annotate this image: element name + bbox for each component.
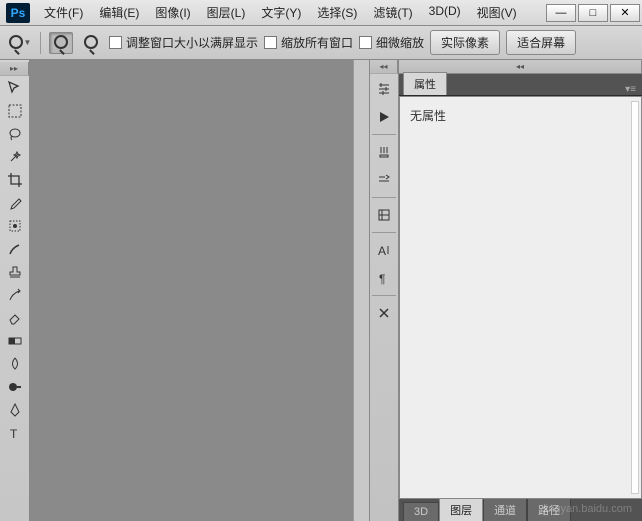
brush-tool[interactable] — [1, 238, 29, 260]
magnifier-icon — [9, 35, 23, 51]
separator — [372, 295, 396, 296]
properties-panel: ◂◂ 属性 ▾≡ 无属性 3D 图层 通道 路径 — [399, 60, 642, 521]
panel-collapse-strip[interactable]: ◂◂ — [370, 60, 398, 74]
blur-tool[interactable] — [1, 353, 29, 375]
brush-presets-panel-icon[interactable] — [370, 167, 398, 193]
zoom-tool-preset-icon[interactable]: ▼ — [8, 32, 32, 54]
scrubby-zoom-label: 细微缩放 — [376, 34, 424, 51]
actions-panel-icon[interactable] — [370, 104, 398, 130]
separator — [372, 197, 396, 198]
checkbox-icon — [359, 36, 372, 49]
properties-empty-text: 无属性 — [410, 109, 446, 123]
resize-to-fit-label: 调整窗口大小以满屏显示 — [126, 34, 258, 51]
menu-type[interactable]: 文字(Y) — [253, 0, 309, 25]
paragraph-panel-icon[interactable]: ¶ — [370, 265, 398, 291]
fit-screen-button[interactable]: 适合屏幕 — [506, 30, 576, 55]
title-bar: Ps 文件(F) 编辑(E) 图像(I) 图层(L) 文字(Y) 选择(S) 滤… — [0, 0, 642, 26]
canvas-area[interactable] — [30, 60, 369, 521]
maximize-button[interactable]: □ — [578, 4, 608, 22]
tools-preset-panel-icon[interactable] — [370, 300, 398, 326]
adjustments-panel-icon[interactable] — [370, 76, 398, 102]
menu-edit[interactable]: 编辑(E) — [91, 0, 147, 25]
history-brush-tool[interactable] — [1, 284, 29, 306]
menu-filter[interactable]: 滤镜(T) — [365, 0, 420, 25]
tab-3d[interactable]: 3D — [403, 502, 439, 521]
tab-channels[interactable]: 通道 — [483, 498, 527, 521]
magnifier-plus-icon — [54, 35, 68, 51]
dropdown-icon: ▼ — [24, 38, 32, 47]
separator — [372, 232, 396, 233]
menu-image[interactable]: 图像(I) — [147, 0, 198, 25]
properties-scrollbar[interactable] — [631, 101, 639, 494]
healing-brush-tool[interactable] — [1, 215, 29, 237]
pen-tool[interactable] — [1, 399, 29, 421]
magnifier-minus-icon — [84, 35, 98, 51]
tab-properties[interactable]: 属性 — [403, 72, 447, 95]
move-tool[interactable] — [1, 77, 29, 99]
workspace: ▸▸ T ◂◂ A ¶ — [0, 60, 642, 521]
gradient-tool[interactable] — [1, 330, 29, 352]
options-bar: ▼ 调整窗口大小以满屏显示 缩放所有窗口 细微缩放 实际像素 适合屏幕 — [0, 26, 642, 60]
marquee-tool[interactable] — [1, 100, 29, 122]
zoom-out-button[interactable] — [79, 32, 103, 54]
panel-tab-row: 属性 ▾≡ — [399, 74, 642, 96]
menu-file[interactable]: 文件(F) — [36, 0, 91, 25]
lasso-tool[interactable] — [1, 123, 29, 145]
minimize-button[interactable]: — — [546, 4, 576, 22]
collapsed-panel-dock: ◂◂ A ¶ — [369, 60, 399, 521]
main-menu: 文件(F) 编辑(E) 图像(I) 图层(L) 文字(Y) 选择(S) 滤镜(T… — [36, 0, 525, 25]
toolbox: ▸▸ T — [0, 60, 30, 521]
checkbox-icon — [109, 36, 122, 49]
svg-text:¶: ¶ — [379, 272, 385, 286]
magic-wand-tool[interactable] — [1, 146, 29, 168]
resize-to-fit-checkbox[interactable]: 调整窗口大小以满屏显示 — [109, 34, 258, 51]
type-tool[interactable]: T — [1, 422, 29, 444]
right-panels: ◂◂ A ¶ ◂◂ 属性 ▾≡ 无属性 3D — [369, 60, 642, 521]
swatches-panel-icon[interactable] — [370, 202, 398, 228]
panel-menu-icon[interactable]: ▾≡ — [619, 84, 642, 95]
properties-body: 无属性 — [399, 96, 642, 499]
svg-text:A: A — [378, 244, 386, 258]
divider — [40, 32, 41, 54]
stamp-tool[interactable] — [1, 261, 29, 283]
zoom-in-button[interactable] — [49, 32, 73, 54]
scrubby-zoom-checkbox[interactable]: 细微缩放 — [359, 34, 424, 51]
zoom-all-label: 缩放所有窗口 — [281, 34, 353, 51]
actual-pixels-button[interactable]: 实际像素 — [430, 30, 500, 55]
menu-view[interactable]: 视图(V) — [469, 0, 525, 25]
vertical-scrollbar[interactable] — [353, 60, 369, 521]
close-button[interactable]: ✕ — [610, 4, 640, 22]
eraser-tool[interactable] — [1, 307, 29, 329]
menu-3d[interactable]: 3D(D) — [421, 0, 469, 25]
separator — [372, 134, 396, 135]
zoom-all-checkbox[interactable]: 缩放所有窗口 — [264, 34, 353, 51]
tab-layers[interactable]: 图层 — [439, 498, 483, 521]
app-logo: Ps — [6, 3, 30, 23]
dodge-tool[interactable] — [1, 376, 29, 398]
window-controls: — □ ✕ — [546, 4, 642, 22]
eyedropper-tool[interactable] — [1, 192, 29, 214]
watermark: jingyan.baidu.com — [543, 503, 632, 515]
menu-select[interactable]: 选择(S) — [309, 0, 365, 25]
svg-text:T: T — [10, 427, 18, 441]
brushes-panel-icon[interactable] — [370, 139, 398, 165]
crop-tool[interactable] — [1, 169, 29, 191]
menu-layer[interactable]: 图层(L) — [199, 0, 254, 25]
character-panel-icon[interactable]: A — [370, 237, 398, 263]
panel-collapse-strip[interactable]: ▸▸ — [0, 62, 29, 76]
checkbox-icon — [264, 36, 277, 49]
